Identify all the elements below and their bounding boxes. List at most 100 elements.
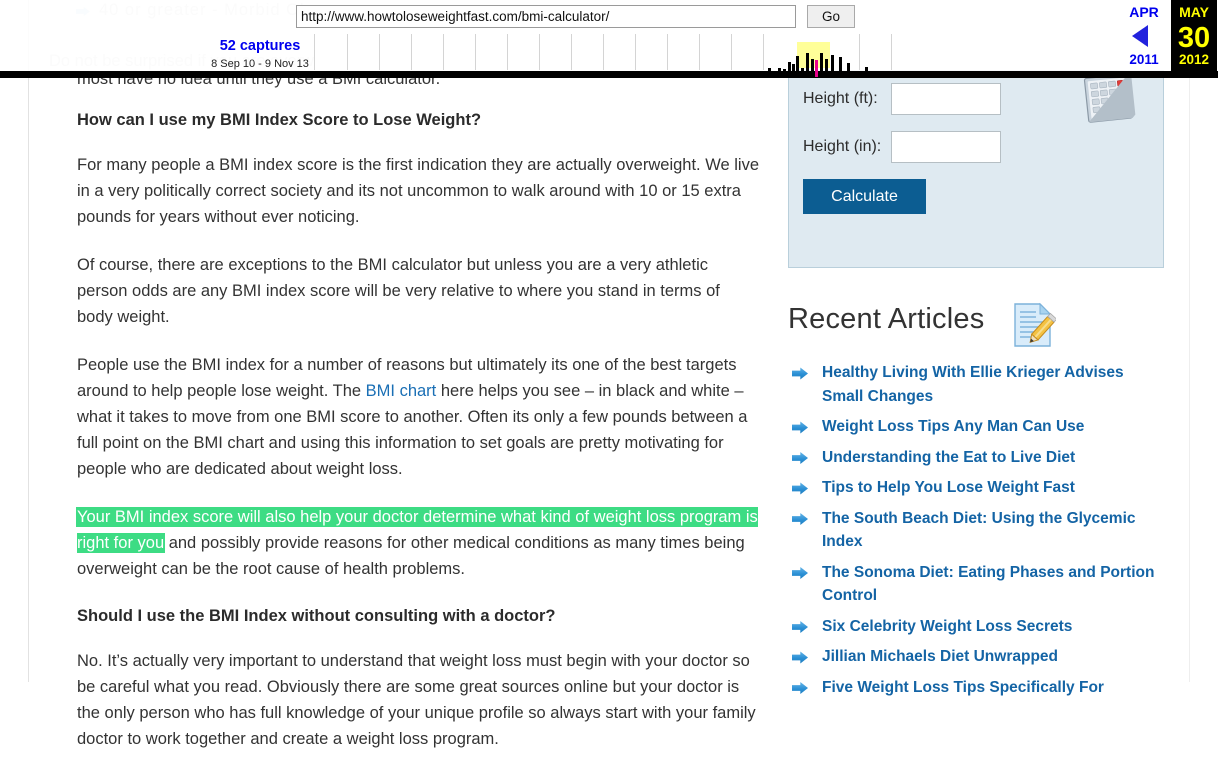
page-content-frame: 40 or greater - Morbid Ob Do not be surp… — [28, 0, 1190, 748]
arrow-bullet-icon — [792, 367, 808, 380]
capture-bar — [831, 55, 834, 77]
current-month-label: MAY — [1179, 4, 1209, 20]
article-paragraph-3: People use the BMI index for a number of… — [77, 352, 759, 482]
capture-bar — [773, 73, 776, 77]
prev-arrow-icon[interactable] — [1132, 25, 1148, 47]
recent-articles-title: Recent Articles — [788, 303, 985, 335]
current-year-label: 2012 — [1178, 52, 1210, 67]
article-link[interactable]: Weight Loss Tips Any Man Can Use — [822, 415, 1164, 439]
capture-bar — [839, 57, 842, 77]
height-ft-input[interactable] — [891, 83, 1001, 115]
article-paragraph-1: For many people a BMI index score is the… — [77, 156, 760, 226]
article-link[interactable]: Six Celebrity Weight Loss Secrets — [822, 615, 1164, 639]
recent-articles-header: Recent Articles — [788, 302, 1164, 355]
arrow-bullet-icon — [792, 452, 808, 464]
list-item: The South Beach Diet: Using the Glycemic… — [788, 507, 1164, 554]
list-item: Jillian Michaels Diet Unwrapped — [788, 645, 1164, 669]
timeline-tick — [411, 34, 412, 70]
height-ft-row: Height (ft): — [803, 83, 1001, 115]
capture-bar — [825, 59, 828, 77]
article-link[interactable]: Jillian Michaels Diet Unwrapped — [822, 645, 1164, 669]
list-item: Six Celebrity Weight Loss Secrets — [788, 615, 1164, 639]
height-ft-label: Height (ft): — [803, 90, 878, 107]
bmi-chart-link[interactable]: BMI chart — [366, 382, 437, 400]
document-pencil-icon — [1014, 302, 1056, 347]
article-paragraph-4-rest: and possibly provide reasons for other m… — [77, 534, 745, 578]
calculate-button[interactable]: Calculate — [803, 179, 926, 214]
timeline-tick — [603, 34, 604, 70]
timeline-tick — [443, 34, 444, 70]
go-button[interactable]: Go — [807, 5, 855, 28]
timeline-tick — [667, 34, 668, 70]
capture-bar — [783, 69, 786, 77]
arrow-bullet-icon — [792, 513, 808, 525]
capture-bar — [788, 62, 791, 77]
timeline-tick — [379, 34, 380, 70]
capture-bar — [778, 68, 781, 77]
article-heading-1: How can I use my BMI Index Score to Lose… — [77, 111, 482, 129]
prev-month-label: APR — [1129, 4, 1159, 20]
capture-bar — [792, 64, 795, 77]
prev-capture-column[interactable]: APR 2011 — [1120, 0, 1168, 78]
capture-bar — [796, 56, 799, 77]
capture-bar — [865, 67, 868, 77]
article-body: How can I use my BMI Index Score to Lose… — [77, 108, 759, 774]
timeline-tick — [347, 34, 348, 70]
article-link[interactable]: The South Beach Diet: Using the Glycemic… — [822, 507, 1164, 554]
article-link[interactable]: Healthy Living With Ellie Krieger Advise… — [822, 361, 1164, 408]
list-item: Healthy Living With Ellie Krieger Advise… — [788, 361, 1164, 408]
bmi-calculator-widget: Height (ft): Height (in): Calculate — [788, 70, 1164, 268]
captures-timeline[interactable] — [312, 34, 937, 78]
url-input[interactable] — [296, 5, 796, 28]
captures-sparkline — [767, 41, 897, 77]
height-in-label: Height (in): — [803, 138, 882, 155]
timeline-tick — [475, 34, 476, 70]
list-item: Weight Loss Tips Any Man Can Use — [788, 415, 1164, 439]
arrow-bullet-icon — [792, 621, 808, 633]
capture-bar — [811, 59, 814, 77]
timeline-tick — [699, 34, 700, 70]
timeline-tick — [571, 34, 572, 70]
capture-bar — [847, 63, 850, 77]
timeline-tick — [635, 34, 636, 70]
arrow-bullet-icon — [792, 651, 808, 664]
capture-bar — [855, 72, 858, 77]
article-heading-2: Should I use the BMI Index without consu… — [77, 607, 556, 625]
list-item: The Sonoma Diet: Eating Phases and Porti… — [788, 561, 1164, 608]
wayback-date-nav: APR 2011 MAY 30 2012 AUG 2013 — [938, 0, 1218, 78]
arrow-bullet-icon — [792, 567, 808, 579]
calculator-icon — [1083, 74, 1136, 123]
article-link[interactable]: The Sonoma Diet: Eating Phases and Porti… — [822, 561, 1164, 608]
article-link[interactable]: Tips to Help You Lose Weight Fast — [822, 476, 1164, 500]
timeline-tick — [731, 34, 732, 70]
article-paragraph-4: Your BMI index score will also help your… — [77, 504, 759, 582]
archived-page: 40 or greater - Morbid Ob Do not be surp… — [0, 0, 1218, 748]
wayback-toolbar: Go 52 captures 8 Sep 10 - 9 Nov 13 — [0, 0, 1218, 78]
timeline-tick — [314, 34, 315, 70]
list-item: Tips to Help You Lose Weight Fast — [788, 476, 1164, 500]
sidebar: Height (ft): Height (in): Calculate Rece… — [788, 70, 1164, 706]
height-in-input[interactable] — [891, 131, 1001, 163]
height-in-row: Height (in): — [803, 131, 1001, 163]
article-paragraph-5: No. It’s actually very important to unde… — [77, 652, 756, 748]
timeline-tick — [539, 34, 540, 70]
capture-bar-current — [815, 60, 818, 77]
arrow-bullet-icon — [792, 682, 808, 694]
capture-bar — [801, 68, 804, 77]
arrow-bullet-icon — [792, 421, 808, 434]
list-item: Five Weight Loss Tips Specifically For — [788, 676, 1164, 700]
capture-bar — [806, 53, 809, 77]
article-link[interactable]: Understanding the Eat to Live Diet — [822, 446, 1164, 470]
capture-bar — [768, 68, 771, 77]
current-capture-column: MAY 30 2012 — [1171, 0, 1217, 78]
article-paragraph-2: Of course, there are exceptions to the B… — [77, 256, 720, 326]
article-link[interactable]: Five Weight Loss Tips Specifically For — [822, 676, 1164, 700]
prev-year-label: 2011 — [1129, 52, 1159, 67]
current-day-label: 30 — [1177, 22, 1211, 54]
recent-articles-list: Healthy Living With Ellie Krieger Advise… — [788, 361, 1164, 699]
timeline-tick — [507, 34, 508, 70]
list-item: Understanding the Eat to Live Diet — [788, 446, 1164, 470]
arrow-bullet-icon — [792, 482, 808, 495]
capture-bar — [820, 53, 823, 77]
timeline-tick — [763, 34, 764, 70]
